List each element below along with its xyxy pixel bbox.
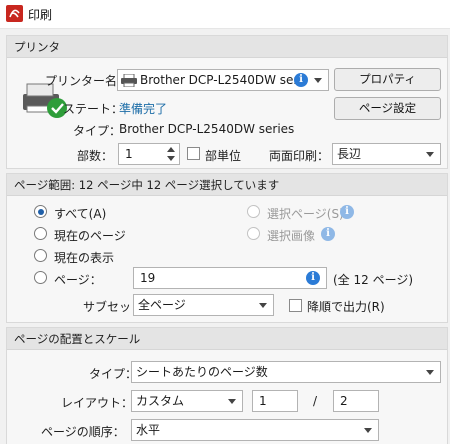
title-bar: 印刷 xyxy=(0,0,450,29)
layout-type-label: タイプ： xyxy=(89,367,138,381)
page-order-label: ページの順序： xyxy=(41,425,125,439)
layout-rows-input[interactable]: 2 xyxy=(333,390,379,412)
window-title: 印刷 xyxy=(28,8,53,22)
page-order-select[interactable]: 水平 xyxy=(131,419,379,441)
layout-section-header: ページの配置とスケール xyxy=(7,328,447,350)
printer-section-header: プリンタ xyxy=(7,36,447,58)
radio-current-page-label: 現在のページ xyxy=(54,229,126,243)
radio-current-view[interactable] xyxy=(34,249,47,262)
printer-info-icon[interactable]: i xyxy=(294,73,308,87)
layout-rows-value: 2 xyxy=(340,394,348,408)
selected-pages-label: 選択ページ(S) xyxy=(267,207,344,221)
printer-panel: プリンタ プリンター名： Brother DCP-L2540DW seri i … xyxy=(6,35,448,169)
printer-small-icon xyxy=(121,74,137,87)
chevron-down-icon[interactable] xyxy=(311,70,325,90)
spin-arrows-icon[interactable] xyxy=(164,144,178,164)
app-logo-icon xyxy=(6,5,23,22)
layout-label: レイアウト： xyxy=(61,396,134,410)
chevron-down-icon[interactable] xyxy=(225,391,239,411)
collate-label: 部単位 xyxy=(205,149,242,163)
chevron-down-icon[interactable] xyxy=(361,420,375,440)
pages-info-icon[interactable]: i xyxy=(306,271,320,285)
radio-pages-label: ページ： xyxy=(54,273,102,287)
properties-button[interactable]: プロパティ xyxy=(334,68,441,91)
layout-select[interactable]: カスタム xyxy=(131,390,243,412)
chevron-down-icon[interactable] xyxy=(423,362,437,382)
status-label: ステート： xyxy=(63,102,124,116)
radio-selected-image[interactable] xyxy=(247,227,260,240)
status-value: 準備完了 xyxy=(119,102,168,116)
selected-image-label: 選択画像 xyxy=(267,229,316,243)
duplex-select[interactable]: 長辺 xyxy=(332,143,441,165)
radio-current-page[interactable] xyxy=(34,227,47,240)
radio-current-view-label: 現在の表示 xyxy=(54,251,115,265)
copies-input[interactable]: 1 xyxy=(118,143,180,165)
reverse-order-checkbox[interactable] xyxy=(289,299,302,312)
subset-select[interactable]: 全ページ xyxy=(133,294,274,316)
chevron-down-icon[interactable] xyxy=(423,144,437,164)
layout-cols-value: 1 xyxy=(259,394,267,408)
radio-pages[interactable] xyxy=(34,271,47,284)
pages-input[interactable]: 19 i xyxy=(133,267,327,289)
page-order-value: 水平 xyxy=(136,423,161,437)
duplex-value: 長辺 xyxy=(337,147,362,161)
collate-checkbox[interactable] xyxy=(187,147,200,160)
type-label: タイプ： xyxy=(73,124,122,138)
radio-all-pages[interactable] xyxy=(34,205,47,218)
type-value: Brother DCP-L2540DW series xyxy=(119,122,295,136)
printer-name-value: Brother DCP-L2540DW seri xyxy=(140,73,302,87)
radio-all-label: すべて(A) xyxy=(54,207,107,221)
layout-panel: ページの配置とスケール タイプ： シートあたりのページ数 レイアウト： カスタム… xyxy=(6,327,448,444)
layout-type-value: シートあたりのページ数 xyxy=(136,365,268,379)
copies-label: 部数： xyxy=(77,149,114,163)
total-pages-label: (全 12 ページ) xyxy=(333,273,414,287)
selected-image-info-icon[interactable]: i xyxy=(321,227,335,241)
subset-value: 全ページ xyxy=(138,298,186,312)
layout-separator: / xyxy=(313,394,318,408)
reverse-order-label: 降順で出力(R) xyxy=(307,300,385,314)
page-setup-button[interactable]: ページ設定 xyxy=(334,97,441,120)
layout-type-select[interactable]: シートあたりのページ数 xyxy=(131,361,441,383)
page-range-panel: ページ範囲: 12 ページ中 12 ページ選択しています すべて(A) 選択ペー… xyxy=(6,173,448,323)
printer-name-select[interactable]: Brother DCP-L2540DW seri i xyxy=(117,69,329,91)
duplex-label: 両面印刷： xyxy=(269,149,330,163)
selected-pages-info-icon[interactable]: i xyxy=(340,205,354,219)
print-dialog-body: プリンタ プリンター名： Brother DCP-L2540DW seri i … xyxy=(0,29,450,444)
radio-selected-pages[interactable] xyxy=(247,205,260,218)
layout-cols-input[interactable]: 1 xyxy=(252,390,298,412)
pages-value: 19 xyxy=(140,271,156,285)
chevron-down-icon[interactable] xyxy=(256,295,270,315)
layout-value: カスタム xyxy=(136,394,185,408)
copies-value: 1 xyxy=(125,147,133,161)
page-range-header: ページ範囲: 12 ページ中 12 ページ選択しています xyxy=(7,174,447,196)
